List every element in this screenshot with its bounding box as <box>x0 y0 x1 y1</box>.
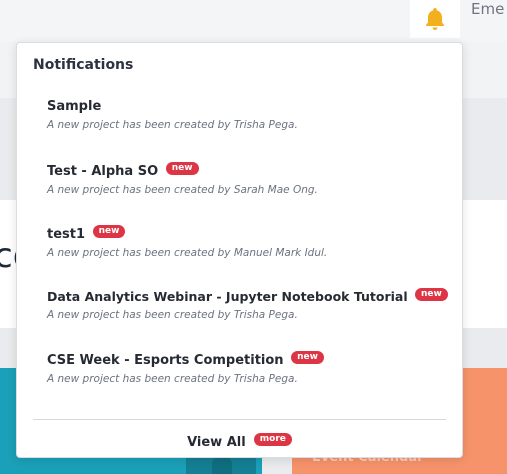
notification-message: A new project has been created by Sarah … <box>47 184 318 196</box>
more-badge: more <box>253 433 292 446</box>
notification-bell-button[interactable] <box>410 0 460 38</box>
notifications-title: Notifications <box>33 57 134 73</box>
new-badge: new <box>291 351 324 364</box>
notifications-dropdown: Notifications Sample A new project has b… <box>16 42 463 458</box>
dropdown-divider <box>33 419 446 420</box>
notification-item[interactable]: Test - Alpha SO new A new project has be… <box>47 162 457 196</box>
teal-card-graphic-tab <box>212 456 232 474</box>
new-badge: new <box>414 288 448 301</box>
notification-title: test1 new <box>47 225 457 242</box>
notification-item[interactable]: test1 new A new project has been created… <box>47 225 457 259</box>
notification-message: A new project has been created by Trisha… <box>47 119 298 131</box>
view-all-link[interactable]: View All more <box>17 431 462 450</box>
notification-title: Test - Alpha SO new <box>47 162 457 179</box>
view-all-label: View All <box>187 435 246 450</box>
user-name[interactable]: Eme <box>471 0 504 18</box>
notification-title: CSE Week - Esports Competition new <box>47 351 457 368</box>
notification-item[interactable]: CSE Week - Esports Competition new A new… <box>47 351 457 385</box>
bell-icon <box>426 8 444 30</box>
notification-message: A new project has been created by Trisha… <box>47 373 298 385</box>
notification-item[interactable]: Sample A new project has been created by… <box>47 99 457 131</box>
notification-title: Data Analytics Webinar - Jupyter Noteboo… <box>47 288 457 304</box>
notification-title: Sample <box>47 99 102 114</box>
new-badge: new <box>92 225 126 238</box>
new-badge: new <box>165 162 199 175</box>
notification-message: A new project has been created by Manuel… <box>47 247 328 259</box>
notification-message: A new project has been created by Trisha… <box>47 309 298 321</box>
notification-item[interactable]: Data Analytics Webinar - Jupyter Noteboo… <box>47 288 457 321</box>
